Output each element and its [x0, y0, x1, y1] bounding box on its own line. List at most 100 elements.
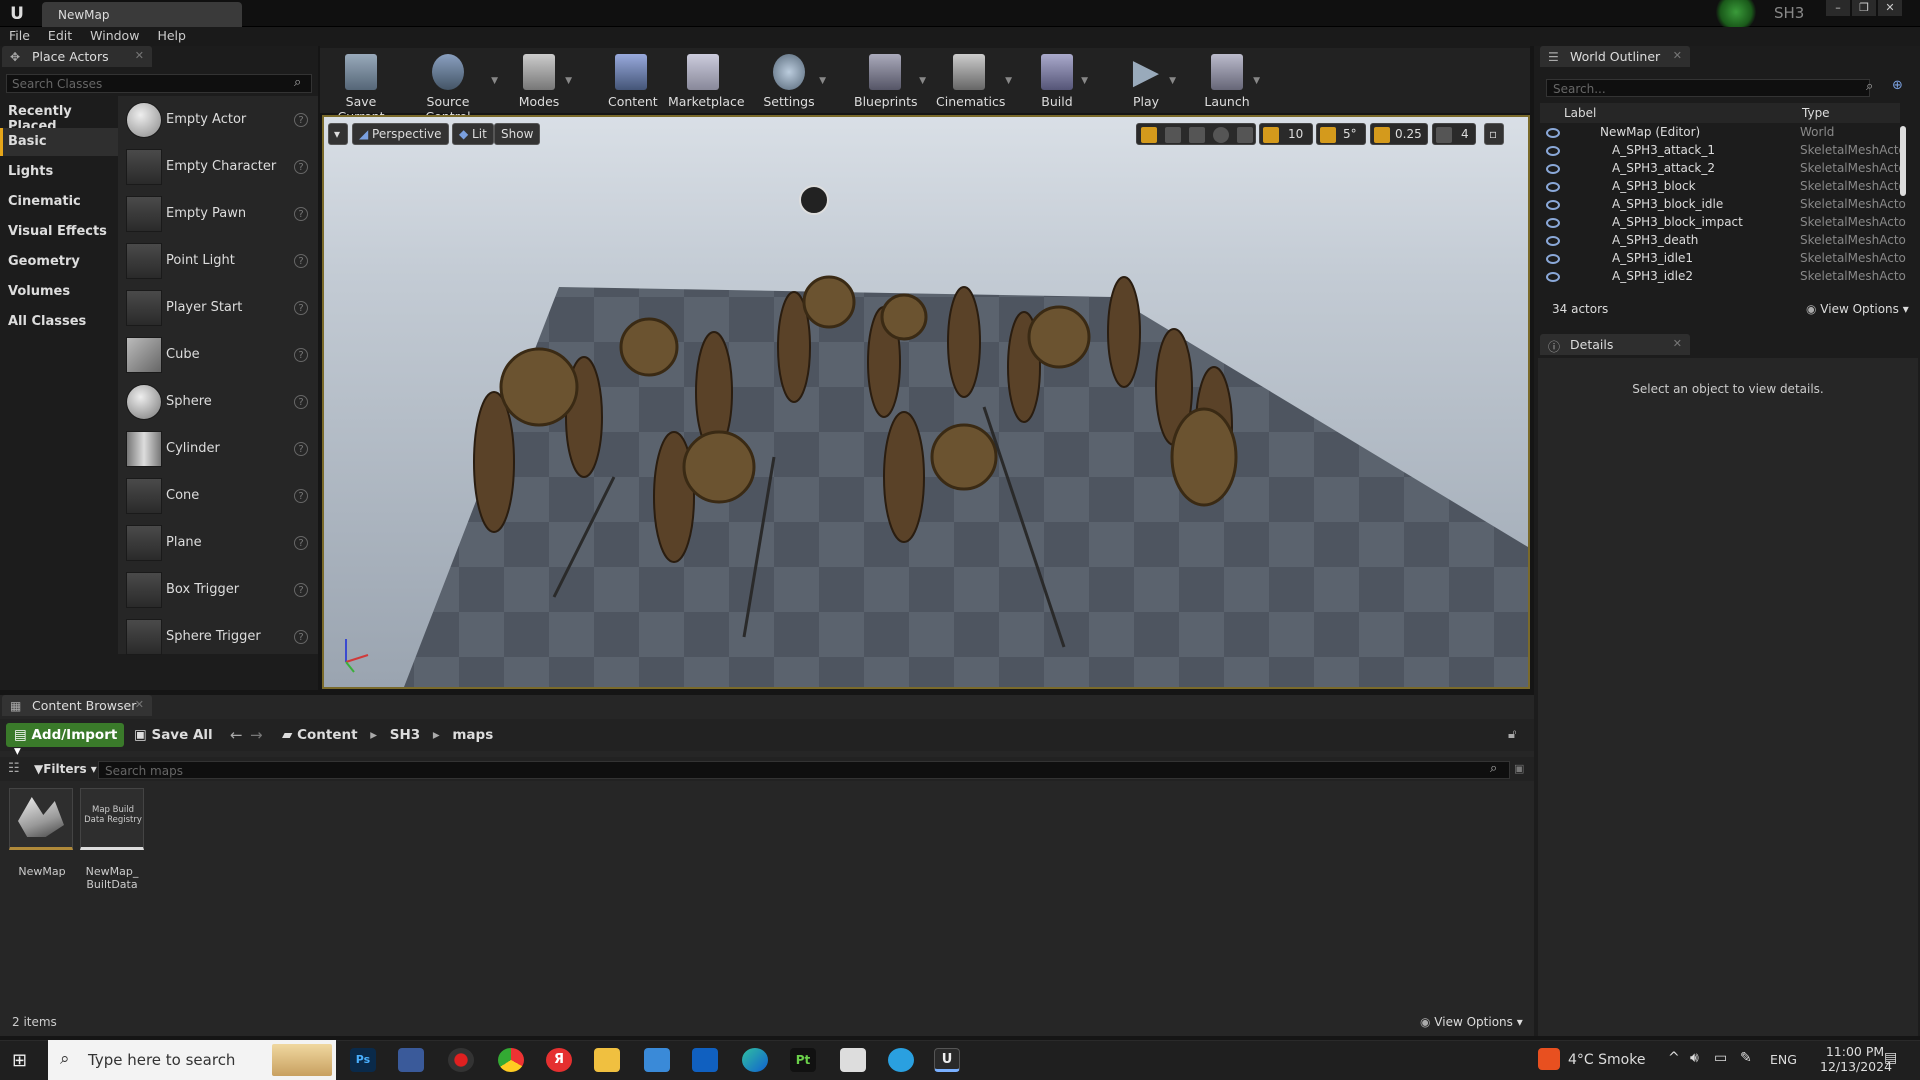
chevron-down-icon[interactable]: ▼ — [1005, 76, 1012, 86]
type-column-header[interactable]: Type — [1802, 106, 1830, 120]
breadcrumb-maps[interactable]: maps — [452, 727, 493, 743]
category-geometry[interactable]: Geometry — [0, 248, 118, 276]
help-icon[interactable]: ? — [294, 301, 308, 315]
search-icon[interactable]: ⌕ — [294, 75, 301, 90]
close-tab-icon[interactable]: ✕ — [135, 49, 144, 62]
source-control-button[interactable]: Source Control▼ — [408, 54, 498, 124]
scale-snap-group[interactable]: 0.25 — [1370, 123, 1428, 145]
category-cinematic[interactable]: Cinematic — [0, 188, 118, 216]
recorder-icon[interactable] — [448, 1048, 474, 1072]
maximize-viewport-icon[interactable]: ▫ — [1484, 123, 1504, 145]
unreal-logo-icon[interactable]: U — [6, 3, 28, 25]
chevron-down-icon[interactable]: ▼ — [565, 76, 572, 86]
content-browser-tab[interactable]: ▦ Content Browser ✕ — [2, 695, 152, 716]
visibility-eye-icon[interactable] — [1546, 182, 1560, 192]
sources-toggle-icon[interactable]: ☷ — [8, 761, 20, 776]
rotate-icon[interactable] — [1165, 127, 1181, 143]
search-icon[interactable]: ⌕ — [1490, 761, 1497, 776]
help-icon[interactable]: ? — [294, 442, 308, 456]
windows-start-icon[interactable]: ⊞ — [12, 1050, 27, 1071]
forward-arrow-icon[interactable]: → — [250, 726, 263, 744]
play-button[interactable]: ▶ Play ▼ — [1126, 54, 1176, 112]
edge-icon[interactable] — [742, 1048, 768, 1072]
chevron-down-icon[interactable]: ▼ — [1253, 76, 1260, 86]
outliner-row[interactable]: A_SPH3_block_impact SkeletalMeshActo — [1540, 215, 1906, 233]
document-tab[interactable]: NewMap — [42, 2, 242, 27]
outliner-row[interactable]: A_SPH3_idle2 SkeletalMeshActo — [1540, 269, 1906, 287]
surface-snap-icon[interactable] — [1237, 127, 1253, 143]
help-icon[interactable]: ? — [294, 348, 308, 362]
help-icon[interactable]: ? — [294, 207, 308, 221]
visibility-eye-icon[interactable] — [1546, 218, 1560, 228]
store-icon[interactable] — [398, 1048, 424, 1072]
perspective-button[interactable]: ◢ Perspective — [352, 123, 449, 145]
visibility-eye-icon[interactable] — [1546, 128, 1560, 138]
marketplace-button[interactable]: Marketplace — [668, 54, 745, 112]
rotation-snap-value[interactable]: 5° — [1343, 127, 1357, 141]
close-button[interactable]: ✕ — [1878, 0, 1902, 16]
modes-button[interactable]: Modes ▼ — [516, 54, 572, 112]
app-icon[interactable] — [644, 1048, 670, 1072]
camera-icon[interactable] — [1436, 127, 1452, 143]
add-folder-icon[interactable]: ⊕ — [1892, 78, 1903, 93]
scale-snap-value[interactable]: 0.25 — [1395, 127, 1422, 141]
rotation-snap-icon[interactable] — [1320, 127, 1336, 143]
chevron-down-icon[interactable]: ▼ — [1169, 76, 1176, 86]
notifications-icon[interactable]: ▤ — [1884, 1050, 1897, 1066]
content-search-input[interactable]: Search maps — [98, 761, 1510, 779]
chevron-down-icon[interactable]: ▼ — [919, 76, 926, 86]
visibility-eye-icon[interactable] — [1546, 272, 1560, 282]
language-indicator[interactable]: ENG — [1770, 1052, 1797, 1067]
chevron-down-icon[interactable]: ▼ — [819, 76, 826, 86]
actor-item[interactable]: Box Trigger? — [118, 568, 316, 614]
grid-snap-icon[interactable] — [1263, 127, 1279, 143]
outliner-row[interactable]: NewMap (Editor) World — [1540, 125, 1898, 143]
label-column-header[interactable]: Label — [1564, 106, 1596, 120]
asset-tile-newmap-builtdata[interactable]: Map Build Data Registry — [80, 788, 144, 850]
asset-tile-newmap[interactable] — [9, 788, 73, 850]
back-arrow-icon[interactable]: ← — [230, 726, 243, 744]
settings-button[interactable]: Settings ▼ — [762, 54, 826, 112]
outliner-row[interactable]: A_SPH3_death SkeletalMeshActo — [1540, 233, 1906, 251]
world-local-icon[interactable] — [1213, 127, 1229, 143]
help-icon[interactable]: ? — [294, 160, 308, 174]
close-tab-icon[interactable]: ✕ — [1673, 49, 1682, 62]
category-volumes[interactable]: Volumes — [0, 278, 118, 306]
maximize-button[interactable]: ❐ — [1852, 0, 1876, 16]
category-lights[interactable]: Lights — [0, 158, 118, 186]
menu-file[interactable]: File — [0, 27, 39, 43]
outliner-row[interactable]: A_SPH3_attack_2 SkeletalMeshActo — [1540, 161, 1906, 179]
chrome-icon[interactable] — [498, 1048, 524, 1072]
add-import-button[interactable]: ▤ Add/Import ▾ — [6, 723, 124, 759]
help-icon[interactable]: ? — [294, 536, 308, 550]
grid-snap-group[interactable]: 10 — [1259, 123, 1313, 145]
save-all-button[interactable]: ▣ Save All — [134, 727, 213, 743]
grid-snap-value[interactable]: 10 — [1288, 127, 1303, 141]
visibility-eye-icon[interactable] — [1546, 164, 1560, 174]
category-visual-effects[interactable]: Visual Effects — [0, 218, 118, 246]
zbrush-icon[interactable] — [840, 1048, 866, 1072]
network-icon[interactable]: ▭ — [1714, 1050, 1727, 1066]
actor-item[interactable]: Point Light? — [118, 239, 316, 285]
actor-item[interactable]: Empty Actor? — [118, 98, 316, 144]
details-tab[interactable]: ⓘ Details ✕ — [1540, 334, 1690, 355]
breadcrumb-sh3[interactable]: SH3 — [390, 727, 420, 743]
outliner-search-input[interactable]: Search... — [1546, 79, 1870, 97]
filters-button[interactable]: ▼Filters ▾ — [34, 762, 97, 776]
outliner-row[interactable]: A_SPH3_block_idle SkeletalMeshActo — [1540, 197, 1906, 215]
chevron-up-icon[interactable]: ^ — [1668, 1050, 1680, 1066]
scale-icon[interactable] — [1189, 127, 1205, 143]
outlook-icon[interactable] — [692, 1048, 718, 1072]
clock[interactable]: 11:00 PM 12/13/2024 — [1820, 1044, 1892, 1074]
camera-speed-value[interactable]: 4 — [1461, 127, 1469, 141]
save-search-icon[interactable]: ▣ — [1514, 762, 1524, 775]
pycharm-icon[interactable]: Pt — [790, 1048, 816, 1072]
actor-item[interactable]: Sphere? — [118, 380, 316, 426]
menu-help[interactable]: Help — [148, 27, 195, 43]
level-viewport[interactable]: ▾ ◢ Perspective ◆ Lit Show 10 5° 0.25 4 … — [322, 115, 1530, 689]
help-icon[interactable]: ? — [294, 113, 308, 127]
close-tab-icon[interactable]: ✕ — [135, 698, 144, 711]
pen-icon[interactable]: ✎ — [1740, 1050, 1752, 1066]
photoshop-icon[interactable]: Ps — [350, 1048, 376, 1072]
outliner-row[interactable]: A_SPH3_block SkeletalMeshActo — [1540, 179, 1906, 197]
